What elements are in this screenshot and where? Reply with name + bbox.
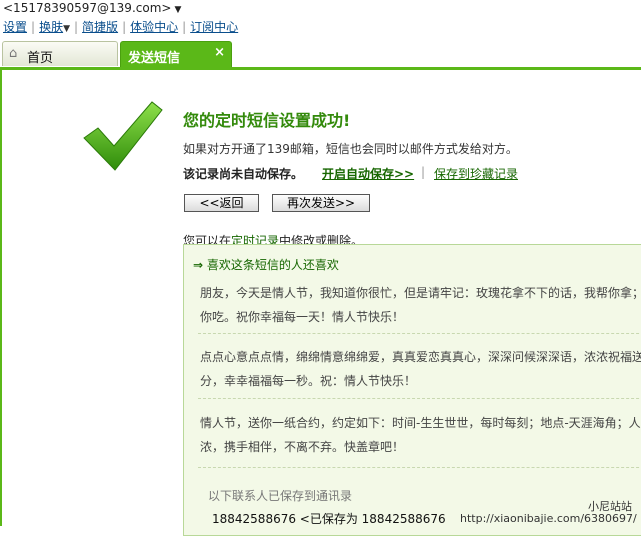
link-divider: | xyxy=(421,165,426,179)
account-menu[interactable]: <15178390597@139.com> ▼ xyxy=(3,1,181,15)
message-line: 你吃。祝你幸福每一天！情人节快乐！ xyxy=(200,310,405,324)
watermark-url: http://xiaonibajie.com/6380697/ xyxy=(460,512,637,525)
chevron-down-icon[interactable]: ▼ xyxy=(174,5,181,15)
not-saved-notice: 该记录尚未自动保存。 xyxy=(183,167,304,181)
recommended-message[interactable]: 点点心意点点情，绵绵情意绵绵爱，真真爱恋真真心，深深问候深深语，浓浓祝福送 分，… xyxy=(200,345,641,393)
menu-divider: | xyxy=(74,20,79,34)
top-bar: <15178390597@139.com> ▼ 设置 | 换肤▼ | 简捷版 | 体验中心 | 订… xyxy=(0,0,641,38)
back-button[interactable]: <<返回 xyxy=(184,194,259,212)
message-line: 朋友，今天是情人节，我知道你很忙，但是请牢记：玫瑰花拿不下的话，我帮你拿； xyxy=(200,286,641,300)
top-menu: 设置 | 换肤▼ | 简捷版 | 体验中心 | 订阅中心 xyxy=(3,18,238,35)
menu-divider: | xyxy=(122,20,127,34)
menu-divider: | xyxy=(182,20,187,34)
tab-home[interactable]: ⌂ 首页 xyxy=(2,41,118,66)
saved-contacts-title: 以下联系人已保存到通讯录 xyxy=(208,489,353,503)
message-line: 点点心意点点情，绵绵情意绵绵爱，真真爱恋真真心，深深问候深深语，浓浓祝福送 xyxy=(200,350,641,364)
success-check-icon xyxy=(83,101,163,171)
tab-send-sms-label: 发送短信 xyxy=(128,51,181,66)
enable-autosave-link[interactable]: 开启自动保存>> xyxy=(322,165,414,182)
recommended-message[interactable]: 朋友，今天是情人节，我知道你很忙，但是请牢记：玫瑰花拿不下的话，我帮你拿； 你吃… xyxy=(200,281,641,329)
resend-button[interactable]: 再次发送>> xyxy=(272,194,370,212)
menu-divider: | xyxy=(31,20,36,34)
recommend-heading: ⇒ 喜欢这条短信的人还喜欢 xyxy=(193,256,339,273)
account-email[interactable]: <15178390597@139.com> xyxy=(3,1,171,15)
skin-link[interactable]: 换肤 xyxy=(39,20,63,34)
recommended-message[interactable]: 情人节，送你一纸合约，约定如下：时间-生生世世，每时每刻；地点-天涯海角；人 浓… xyxy=(200,411,641,459)
content-left-border xyxy=(0,67,2,526)
tab-underline xyxy=(0,67,641,70)
close-icon[interactable]: × xyxy=(214,45,225,60)
message-divider xyxy=(198,467,641,468)
chevron-down-icon[interactable]: ▼ xyxy=(63,24,70,34)
save-to-favorites-link[interactable]: 保存到珍藏记录 xyxy=(434,165,518,182)
success-description: 如果对方开通了139邮箱，短信也会同时以邮件方式发给对方。 xyxy=(183,142,518,156)
experience-center-link[interactable]: 体验中心 xyxy=(130,20,178,34)
simple-version-link[interactable]: 简捷版 xyxy=(82,20,118,34)
message-divider xyxy=(198,333,641,334)
saved-contact-row: 18842588676 <已保存为 18842588676 xyxy=(212,512,446,526)
recommend-panel: ⇒ 喜欢这条短信的人还喜欢 朋友，今天是情人节，我知道你很忙，但是请牢记：玫瑰花… xyxy=(183,244,641,536)
page-title: 您的定时短信设置成功! xyxy=(183,111,351,130)
home-icon: ⌂ xyxy=(9,46,18,61)
tab-bar: ⌂ 首页 发送短信 × xyxy=(0,38,641,68)
tab-send-sms[interactable]: 发送短信 × xyxy=(120,41,232,67)
message-line: 情人节，送你一纸合约，约定如下：时间-生生世世，每时每刻；地点-天涯海角；人 xyxy=(200,416,641,430)
tab-home-label: 首页 xyxy=(27,51,54,66)
recommend-heading-text: 喜欢这条短信的人还喜欢 xyxy=(206,258,339,272)
settings-link[interactable]: 设置 xyxy=(3,20,27,34)
message-line: 浓，携手相伴，不离不弃。快盖章吧！ xyxy=(200,440,405,454)
message-divider xyxy=(198,398,641,399)
arrow-right-icon: ⇒ xyxy=(193,258,204,272)
message-line: 分，幸幸福福每一秒。祝：情人节快乐！ xyxy=(200,374,417,388)
subscribe-center-link[interactable]: 订阅中心 xyxy=(190,20,238,34)
